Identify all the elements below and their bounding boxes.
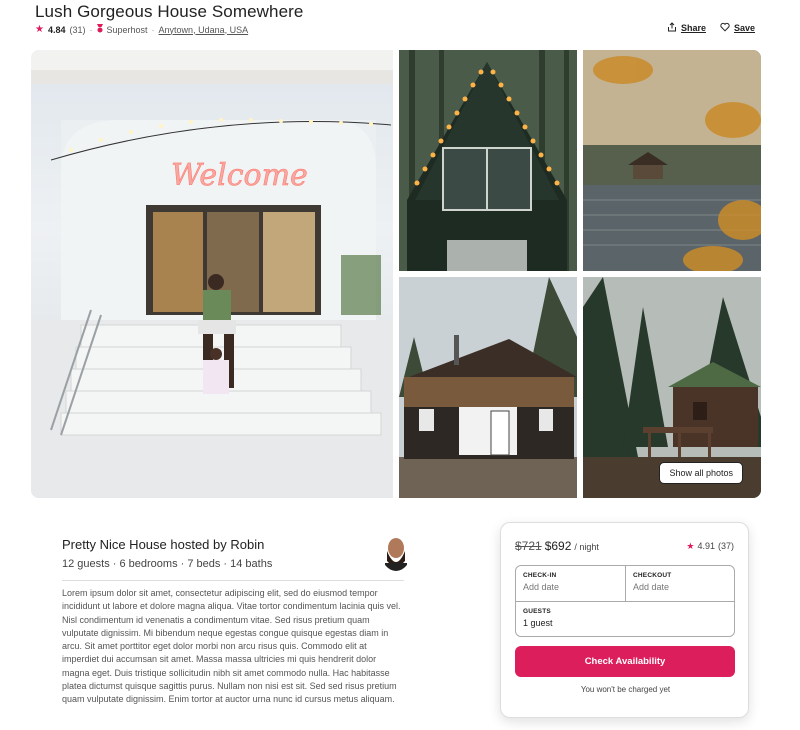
photo-brown-cabin[interactable] bbox=[399, 277, 577, 498]
separator-dot: · bbox=[151, 24, 155, 35]
separator-dot: · bbox=[89, 24, 93, 35]
location-link[interactable]: Anytown, Udana, USA bbox=[159, 25, 249, 35]
save-label: Save bbox=[733, 23, 755, 33]
checkout-field[interactable]: CHECKOUT Add date bbox=[626, 566, 734, 602]
photo-main[interactable]: Welcome bbox=[31, 50, 393, 498]
share-icon bbox=[667, 22, 677, 34]
checkin-value: Add date bbox=[523, 582, 560, 592]
show-all-photos-button[interactable]: Show all photos bbox=[659, 462, 743, 484]
medal-icon bbox=[96, 24, 103, 35]
star-icon: ★ bbox=[35, 24, 44, 35]
booking-rating: ★ 4.91 (37) bbox=[686, 541, 734, 552]
listing-actions: Share Save bbox=[667, 22, 755, 34]
listing-description: Lorem ipsum dolor sit amet, consectetur … bbox=[62, 588, 401, 705]
house-illustration: Welcome bbox=[31, 50, 393, 498]
booking-card: $721 $692 / night ★ 4.91 (37) CHECK-IN A… bbox=[500, 522, 749, 718]
checkin-label: CHECK-IN bbox=[523, 572, 557, 579]
listing-reviews[interactable]: (31) bbox=[70, 25, 86, 35]
host-summary: 12 guests · 6 bedrooms · 7 beds · 14 bat… bbox=[62, 558, 273, 570]
guests-value: 1 guest bbox=[523, 618, 553, 628]
superhost-badge: Superhost bbox=[106, 24, 148, 35]
section-divider bbox=[62, 580, 404, 581]
photo-forest-cabin[interactable]: Show all photos bbox=[583, 277, 761, 498]
price: $721 $692 / night bbox=[515, 539, 599, 553]
booking-reviews[interactable]: (37) bbox=[718, 541, 734, 552]
guests-field[interactable]: GUESTS 1 guest bbox=[516, 602, 734, 636]
listing-meta: ★ 4.84 (31) · Superhost · Anytown, Udana… bbox=[35, 24, 248, 35]
current-price: $692 bbox=[544, 539, 572, 553]
listing-title: Lush Gorgeous House Somewhere bbox=[35, 2, 304, 21]
check-availability-button[interactable]: Check Availability bbox=[515, 646, 735, 677]
checkout-value: Add date bbox=[633, 582, 670, 592]
share-button[interactable]: Share bbox=[667, 22, 706, 34]
heart-icon bbox=[720, 22, 730, 34]
avatar-illustration bbox=[381, 533, 411, 571]
old-price: $721 bbox=[515, 539, 542, 553]
no-charge-note: You won't be charged yet bbox=[580, 685, 671, 694]
booking-fields: CHECK-IN Add date CHECKOUT Add date GUES… bbox=[515, 565, 735, 637]
booking-rating-value: 4.91 bbox=[697, 541, 715, 551]
price-unit: / night bbox=[574, 542, 599, 552]
share-label: Share bbox=[680, 23, 706, 33]
photo-aframe-cabin[interactable] bbox=[399, 50, 577, 271]
checkin-field[interactable]: CHECK-IN Add date bbox=[516, 566, 626, 602]
save-button[interactable]: Save bbox=[720, 22, 755, 34]
host-avatar[interactable] bbox=[381, 533, 411, 571]
checkout-label: CHECKOUT bbox=[633, 572, 672, 579]
listing-rating: 4.84 bbox=[47, 24, 66, 35]
aframe-cabin-illustration bbox=[399, 50, 577, 271]
welcome-neon-sign: Welcome bbox=[171, 158, 308, 193]
photo-gallery: Welcome Show all photos bbox=[31, 50, 761, 498]
star-icon: ★ bbox=[686, 541, 695, 551]
guests-label: GUESTS bbox=[523, 608, 551, 615]
brown-cabin-illustration bbox=[399, 277, 577, 498]
lake-illustration bbox=[583, 50, 761, 271]
host-title: Pretty Nice House hosted by Robin bbox=[62, 537, 265, 552]
photo-lake-cabin[interactable] bbox=[583, 50, 761, 271]
